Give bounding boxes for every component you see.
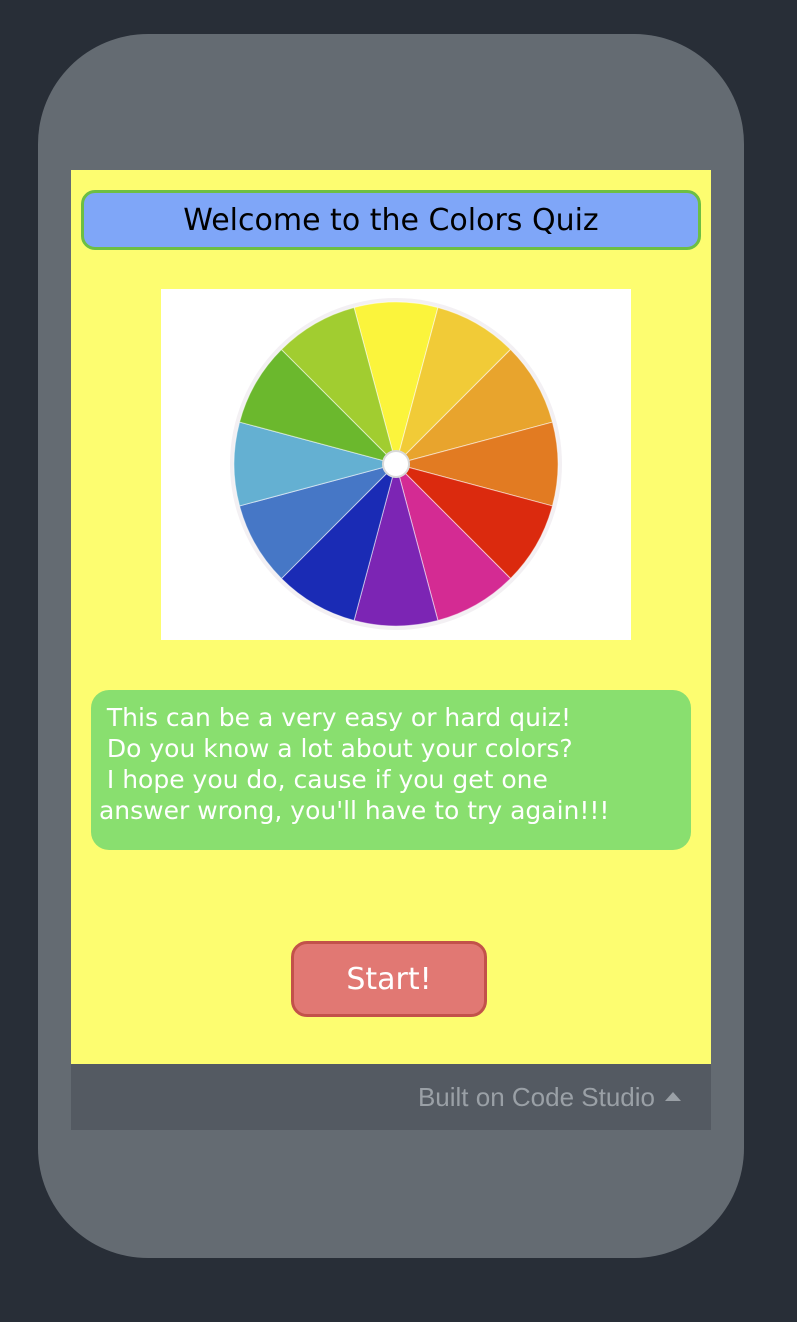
title-banner: Welcome to the Colors Quiz <box>81 190 701 250</box>
message-line-1: This can be a very easy or hard quiz! <box>91 703 572 732</box>
message-line-4: answer wrong, you'll have to try again!!… <box>91 796 610 825</box>
color-wheel-image <box>161 289 631 640</box>
intro-message: This can be a very easy or hard quiz! Do… <box>91 690 691 850</box>
color-wheel <box>230 298 562 630</box>
wheel-center <box>382 450 410 478</box>
app-screen: Welcome to the Colors Quiz This can be a… <box>71 170 711 1064</box>
footer-label[interactable]: Built on Code Studio <box>418 1082 655 1113</box>
start-button[interactable]: Start! <box>291 941 487 1017</box>
caret-up-icon[interactable] <box>665 1091 681 1101</box>
page-title: Welcome to the Colors Quiz <box>183 202 599 238</box>
message-line-3: I hope you do, cause if you get one <box>91 765 548 794</box>
message-line-2: Do you know a lot about your colors? <box>91 734 573 763</box>
footer-bar[interactable]: Built on Code Studio <box>71 1064 711 1130</box>
